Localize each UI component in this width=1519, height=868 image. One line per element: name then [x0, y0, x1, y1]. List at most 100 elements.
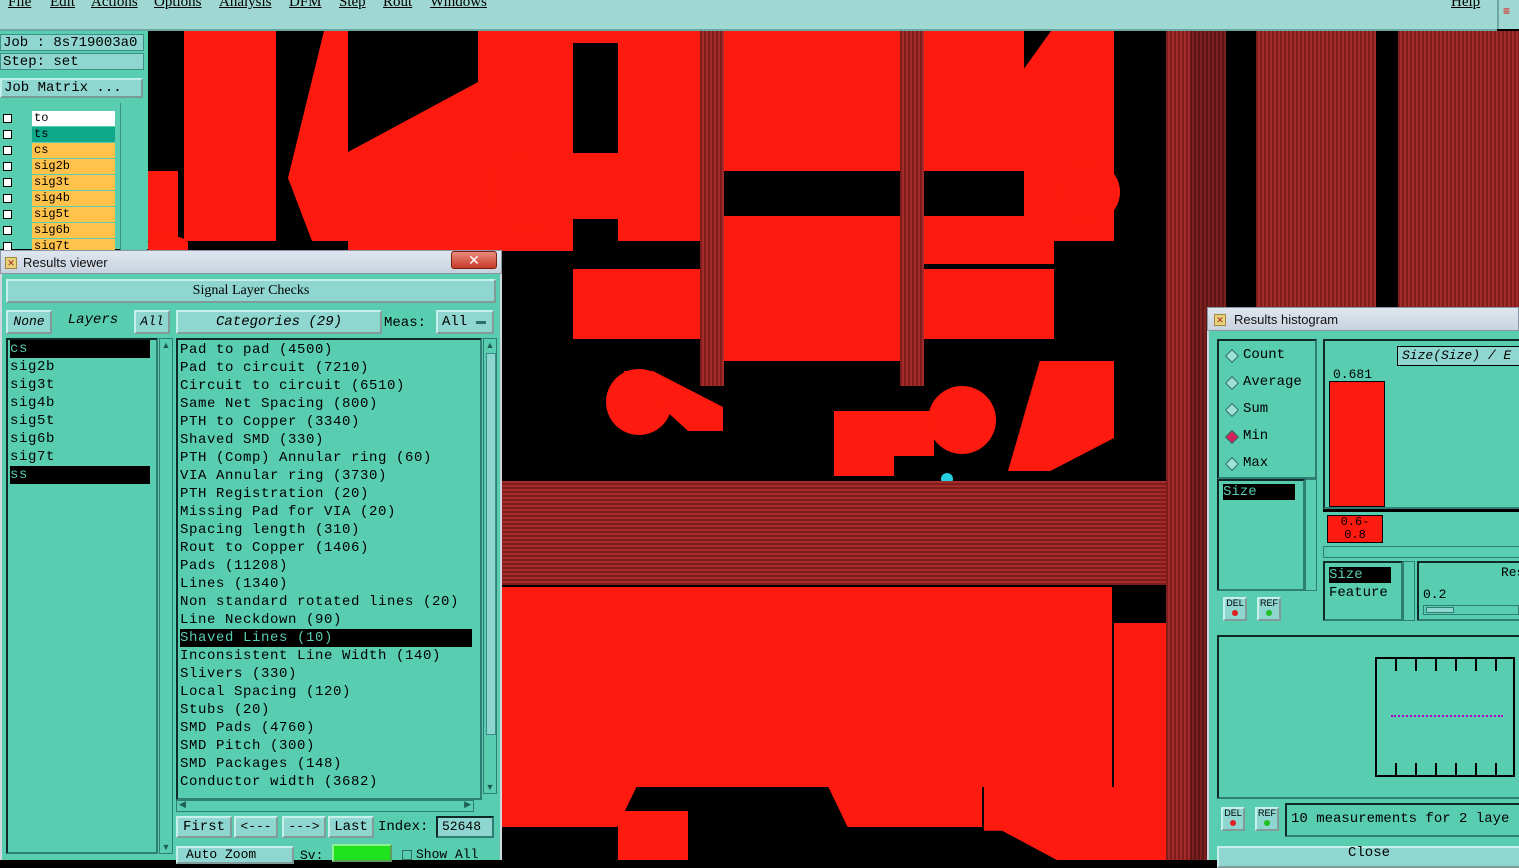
ref-button[interactable]: REF	[1255, 807, 1279, 831]
field-feature[interactable]: Feature	[1329, 585, 1388, 601]
menu-windows[interactable]: Windows	[430, 0, 487, 11]
category-list-item[interactable]: PTH to Copper (3340)	[180, 413, 472, 431]
scroll-left-icon[interactable]: ◀	[179, 799, 186, 810]
sv-color-select[interactable]	[332, 844, 392, 862]
layer-checkbox[interactable]	[3, 146, 12, 155]
layer-row[interactable]: sig5t	[0, 207, 120, 223]
menu-analysis[interactable]: Analysis	[219, 0, 272, 11]
layer-row[interactable]: sig3t	[0, 175, 120, 191]
category-list-item[interactable]: SMD Packages (148)	[180, 755, 472, 773]
menu-rout[interactable]: Rout	[383, 0, 412, 11]
scroll-up-icon[interactable]: ▲	[160, 339, 172, 351]
layer-list-item[interactable]: sig5t	[10, 412, 150, 430]
menu-step[interactable]: Step	[339, 0, 366, 11]
category-list-item[interactable]: Spacing length (310)	[180, 521, 472, 539]
category-list-item[interactable]: Inconsistent Line Width (140)	[180, 647, 472, 665]
histogram-titlebar[interactable]: ✕ Results histogram	[1207, 307, 1519, 331]
category-list-item[interactable]: Local Spacing (120)	[180, 683, 472, 701]
layer-row[interactable]: sig6b	[0, 223, 120, 239]
all-button[interactable]: All	[134, 310, 170, 334]
menu-options[interactable]: Options	[154, 0, 202, 11]
measure-listbox[interactable]: Size	[1217, 479, 1305, 591]
category-list-item[interactable]: Rout to Copper (1406)	[180, 539, 472, 557]
slider-thumb[interactable]	[1426, 607, 1454, 613]
category-list-item[interactable]: Non standard rotated lines (20)	[180, 593, 472, 611]
category-list-item[interactable]: Shaved Lines (10)	[180, 629, 472, 647]
layer-row[interactable]: sig2b	[0, 159, 120, 175]
categories-hscrollbar[interactable]: ◀ ▶	[176, 799, 474, 812]
results-viewer-titlebar[interactable]: ✕ Results viewer ✕	[0, 250, 502, 274]
category-list-item[interactable]: Missing Pad for VIA (20)	[180, 503, 472, 521]
measure-item-size[interactable]: Size	[1223, 484, 1295, 500]
signal-layer-checks-header[interactable]: Signal Layer Checks	[6, 279, 496, 303]
radio-min[interactable]	[1224, 429, 1240, 445]
radio-max[interactable]	[1224, 456, 1240, 472]
categories-button[interactable]: Categories (29)	[176, 310, 382, 334]
scroll-down-icon[interactable]: ▼	[160, 841, 172, 853]
layer-list-scrollbar[interactable]	[120, 103, 147, 253]
category-list-item[interactable]: PTH (Comp) Annular ring (60)	[180, 449, 472, 467]
next-button[interactable]: --->	[282, 816, 326, 838]
show-all-checkbox[interactable]	[402, 850, 412, 860]
scroll-down-icon[interactable]: ▼	[484, 781, 496, 793]
prev-button[interactable]: <---	[234, 816, 278, 838]
last-button[interactable]: Last	[328, 816, 374, 838]
resolution-slider[interactable]	[1423, 605, 1519, 615]
category-list-item[interactable]: Circuit to circuit (6510)	[180, 377, 472, 395]
category-list-item[interactable]: Conductor width (3682)	[180, 773, 472, 791]
layer-row[interactable]: ts	[0, 127, 120, 143]
field-scrollbar[interactable]	[1403, 561, 1415, 621]
categories-scrollbar[interactable]: ▲ ▼	[483, 338, 497, 794]
radio-sum[interactable]	[1224, 402, 1240, 418]
layer-list-item[interactable]: sig3t	[10, 376, 150, 394]
category-list-item[interactable]: Lines (1340)	[180, 575, 472, 593]
category-list-item[interactable]: Pads (11208)	[180, 557, 472, 575]
index-input[interactable]: 52648	[436, 816, 494, 838]
layer-list-item[interactable]: sig6b	[10, 430, 150, 448]
bin-label[interactable]: 0.6- 0.8	[1327, 515, 1383, 543]
category-list-item[interactable]: Pad to circuit (7210)	[180, 359, 472, 377]
category-list-item[interactable]: Pad to pad (4500)	[180, 341, 472, 359]
layer-row[interactable]: to	[0, 111, 120, 127]
category-list-item[interactable]: Stubs (20)	[180, 701, 472, 719]
category-list-item[interactable]: PTH Registration (20)	[180, 485, 472, 503]
category-list-item[interactable]: Shaved SMD (330)	[180, 431, 472, 449]
category-list-item[interactable]: SMD Pads (4760)	[180, 719, 472, 737]
layer-list-item[interactable]: sig4b	[10, 394, 150, 412]
layer-checkbox[interactable]	[3, 194, 12, 203]
layer-checkbox[interactable]	[3, 226, 12, 235]
layer-row[interactable]: sig4b	[0, 191, 120, 207]
radio-average[interactable]	[1224, 375, 1240, 391]
meas-select[interactable]: All	[436, 310, 494, 334]
menu-edit[interactable]: Edit	[50, 0, 75, 11]
category-list-item[interactable]: Same Net Spacing (800)	[180, 395, 472, 413]
layers-listbox[interactable]: cs sig2b sig3t sig4b sig5t sig6b sig7t ss	[6, 338, 158, 854]
layer-list-item[interactable]: sig2b	[10, 358, 150, 376]
del-button[interactable]: DEL	[1223, 597, 1247, 621]
scroll-right-icon[interactable]: ▶	[464, 799, 471, 810]
layers-scrollbar[interactable]: ▲ ▼	[159, 338, 173, 854]
del-button[interactable]: DEL	[1221, 807, 1245, 831]
chart-hscrollbar[interactable]	[1323, 546, 1519, 558]
first-button[interactable]: First	[176, 816, 232, 838]
field-listbox[interactable]: Size Feature	[1323, 561, 1403, 621]
category-list-item[interactable]: VIA Annular ring (3730)	[180, 467, 472, 485]
scroll-thumb[interactable]	[486, 353, 496, 735]
layer-checkbox[interactable]	[3, 178, 12, 187]
layer-row[interactable]: cs	[0, 143, 120, 159]
none-button[interactable]: None	[6, 310, 52, 334]
category-list-item[interactable]: Line Neckdown (90)	[180, 611, 472, 629]
category-list-item[interactable]: Slivers (330)	[180, 665, 472, 683]
menu-dfm[interactable]: DFM	[289, 0, 322, 11]
field-size[interactable]: Size	[1329, 567, 1391, 583]
layer-checkbox[interactable]	[3, 130, 12, 139]
menu-help[interactable]: Help	[1451, 0, 1480, 11]
layer-checkbox[interactable]	[3, 210, 12, 219]
categories-listbox[interactable]: Pad to pad (4500) Pad to circuit (7210) Ci…	[176, 338, 482, 800]
job-matrix-button[interactable]: Job Matrix ...	[0, 78, 143, 98]
layer-checkbox[interactable]	[3, 162, 12, 171]
layer-list-item[interactable]: sig7t	[10, 448, 150, 466]
histogram-bar[interactable]	[1329, 381, 1385, 507]
scroll-up-icon[interactable]: ▲	[484, 339, 496, 351]
board-preview[interactable]	[1217, 635, 1519, 799]
